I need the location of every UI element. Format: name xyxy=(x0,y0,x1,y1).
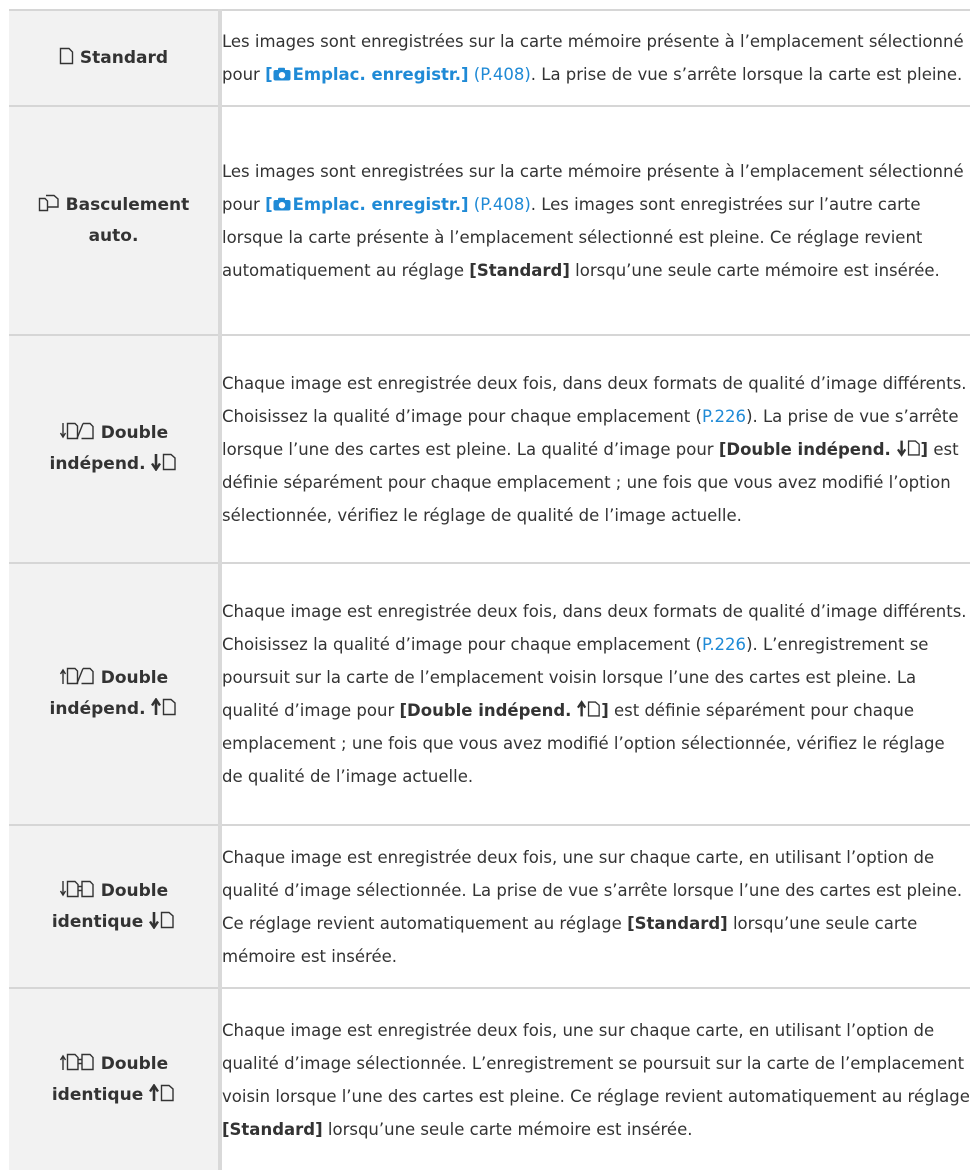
description-text: ] xyxy=(601,701,609,720)
option-description: Chaque image est enregistrée deux fois, … xyxy=(220,562,970,825)
option-label-cell: Standard xyxy=(9,9,222,106)
description-text: . La prise de vue s’arrête lorsque la ca… xyxy=(530,65,963,84)
card-autoswitch-icon xyxy=(38,194,60,212)
table-row: Double identique Chaque image est enregi… xyxy=(9,987,970,1170)
description-text: [Standard] xyxy=(469,260,570,280)
card-single-icon xyxy=(59,47,74,65)
manual-page: Standard Les images sont enregistrées su… xyxy=(0,0,970,1170)
description-text: [Standard] xyxy=(222,1119,323,1139)
option-name: Double xyxy=(100,1053,169,1074)
card-dual-identical-down-icon xyxy=(59,880,95,898)
option-name-line2: identique xyxy=(51,911,144,932)
description-text: [Double indépend. xyxy=(399,701,578,720)
option-name: Basculement xyxy=(65,194,190,215)
page-reference-link[interactable]: (P.408) xyxy=(474,195,531,214)
page-reference-link[interactable]: (P.408) xyxy=(474,65,531,84)
option-description: Les images sont enregistrées sur la cart… xyxy=(220,9,970,106)
table-row: Standard Les images sont enregistrées su… xyxy=(9,9,970,106)
menu-reference-link[interactable]: [ xyxy=(265,65,273,84)
description-text: Chaque image est enregistrée deux fois, … xyxy=(222,1020,970,1106)
camera-icon xyxy=(273,67,291,81)
option-description: Chaque image est enregistrée deux fois, … xyxy=(220,334,970,563)
option-name-line2: indépend. xyxy=(49,454,146,474)
description-text: [Double indépend. xyxy=(718,439,897,459)
arrow-up-card-icon xyxy=(149,1083,175,1102)
table-row: Double indépend. Chaque image est enregi… xyxy=(9,562,970,825)
arrow-up-card-icon xyxy=(151,698,177,716)
option-label-cell: Basculement auto. xyxy=(9,105,222,335)
option-label-cell: Double indépend. xyxy=(9,334,222,563)
arrow-up-card-icon xyxy=(577,700,601,718)
menu-reference-link[interactable]: Emplac. enregistr.] xyxy=(293,65,469,84)
option-label-cell: Double identique xyxy=(9,824,222,988)
card-dual-independent-up-icon xyxy=(59,667,95,685)
description-text: lorsqu’une seule carte mémoire est insér… xyxy=(322,1119,693,1139)
arrow-down-card-icon xyxy=(151,453,177,471)
arrow-down-card-icon xyxy=(896,439,921,457)
page-reference-link[interactable]: P.226 xyxy=(702,407,746,426)
description-text: ] xyxy=(920,439,929,459)
option-name: Double xyxy=(100,423,169,443)
camera-icon xyxy=(273,197,291,210)
arrow-down-card-icon xyxy=(149,911,175,929)
option-name: Double xyxy=(100,880,169,901)
option-description: Chaque image est enregistrée deux fois, … xyxy=(220,824,970,988)
option-label-cell: Double indépend. xyxy=(9,562,222,825)
table-row: Double indépend. Chaque image est enregi… xyxy=(9,334,970,563)
page-reference-link[interactable]: P.226 xyxy=(702,635,746,654)
option-name-line2: identique xyxy=(51,1084,144,1105)
option-label-cell: Double identique xyxy=(9,987,222,1170)
option-name-line2: auto. xyxy=(88,225,139,246)
option-name-line2: indépend. xyxy=(49,699,146,719)
description-text: lorsqu’une seule carte mémoire est insér… xyxy=(569,260,940,280)
option-description: Chaque image est enregistrée deux fois, … xyxy=(220,987,970,1170)
option-name: Double xyxy=(100,668,169,688)
table-row: Double identique Chaque image est enregi… xyxy=(9,824,970,988)
card-dual-identical-up-icon xyxy=(59,1053,95,1071)
description-text: [Standard] xyxy=(627,913,728,933)
card-slot-settings-table: Standard Les images sont enregistrées su… xyxy=(9,9,970,1170)
card-dual-independent-down-icon xyxy=(59,422,95,440)
menu-reference-link[interactable]: [ xyxy=(265,195,273,214)
menu-reference-link[interactable]: Emplac. enregistr.] xyxy=(293,195,469,214)
table-row: Basculement auto. Les images sont enregi… xyxy=(9,105,970,335)
option-description: Les images sont enregistrées sur la cart… xyxy=(220,105,970,335)
option-name: Standard xyxy=(79,47,169,68)
